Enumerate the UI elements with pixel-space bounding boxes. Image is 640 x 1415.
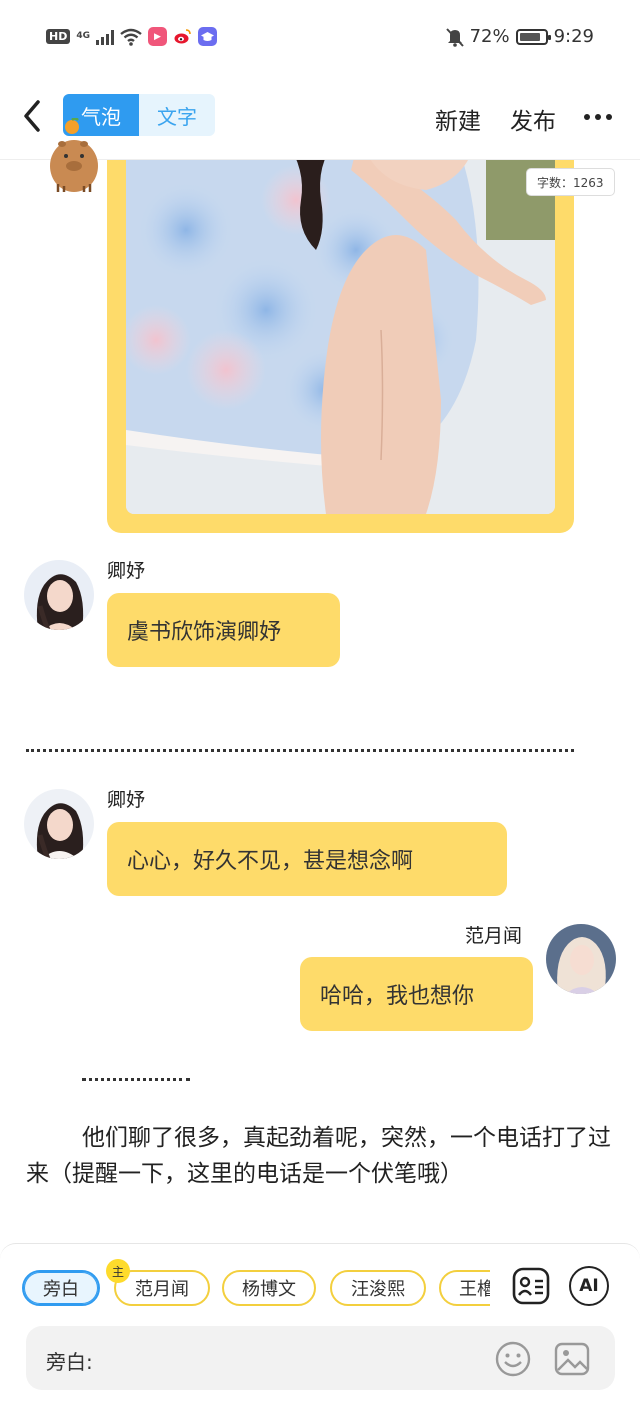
- capybara-mascot-icon: [50, 118, 98, 192]
- message-bubble[interactable]: 虞书欣饰演卿妤: [107, 593, 340, 667]
- emoji-icon[interactable]: [494, 1340, 532, 1378]
- app-header: 气泡 文字 新建 发布: [0, 76, 640, 192]
- image-bubble[interactable]: [107, 140, 574, 533]
- weibo-icon: [173, 27, 192, 46]
- tab-text[interactable]: 文字: [139, 94, 215, 136]
- role-chip[interactable]: 杨博文: [222, 1270, 316, 1306]
- battery-icon: [515, 28, 551, 45]
- wifi-icon: [120, 28, 142, 46]
- video-app-icon: ▶: [148, 27, 167, 46]
- clock: 9:29: [553, 26, 594, 47]
- more-icon[interactable]: [584, 114, 612, 120]
- ellipsis-dots: [82, 1078, 190, 1081]
- new-button[interactable]: 新建: [435, 102, 481, 136]
- speaker-name: 范月闻: [465, 925, 523, 947]
- speaker-name: 卿妤: [107, 560, 146, 582]
- role-chip-narrator[interactable]: 旁白: [22, 1270, 100, 1306]
- avatar-qingyu[interactable]: [24, 560, 94, 630]
- status-right: 72% 9:29: [445, 26, 594, 47]
- speaker-name: 卿妤: [107, 789, 146, 811]
- role-selector: 旁白 范月闻 杨博文 汪浚熙 王櫓: [22, 1268, 490, 1308]
- status-left: HD 4G ▶: [46, 27, 217, 46]
- ai-button[interactable]: AI: [569, 1266, 609, 1306]
- study-app-icon: [198, 27, 217, 46]
- publish-button[interactable]: 发布: [510, 102, 556, 136]
- role-chip[interactable]: 王櫓: [439, 1270, 490, 1306]
- battery-percent: 72%: [469, 26, 510, 47]
- main-role-badge: 主: [106, 1259, 130, 1283]
- dotted-separator: [26, 749, 574, 752]
- image-picker-icon[interactable]: [553, 1340, 591, 1378]
- narration-text[interactable]: 他们聊了很多，真起劲着呢，突然，一个电话打了过来（提醒一下，这里的电话是一个伏笔…: [26, 1120, 616, 1192]
- avatar-fanyuewen[interactable]: [546, 924, 616, 994]
- girl-photo: [126, 140, 555, 514]
- mute-bell-icon: [445, 27, 464, 47]
- avatar-qingyu[interactable]: [24, 789, 94, 859]
- signal-icon: [96, 29, 114, 45]
- status-bar: HD 4G ▶ 72% 9:29: [0, 0, 640, 76]
- message-bubble[interactable]: 哈哈，我也想你: [300, 957, 533, 1031]
- hd-badge: HD: [46, 29, 71, 44]
- word-count-badge: 字数：1263: [526, 168, 615, 196]
- network-label: 4G: [76, 31, 90, 41]
- role-chip[interactable]: 汪浚熙: [330, 1270, 426, 1306]
- message-input[interactable]: 旁白:: [26, 1326, 615, 1390]
- input-role-label: 旁白:: [46, 1350, 93, 1374]
- message-bubble[interactable]: 心心，好久不见，甚是想念啊: [107, 822, 507, 896]
- contacts-card-icon[interactable]: [511, 1266, 551, 1306]
